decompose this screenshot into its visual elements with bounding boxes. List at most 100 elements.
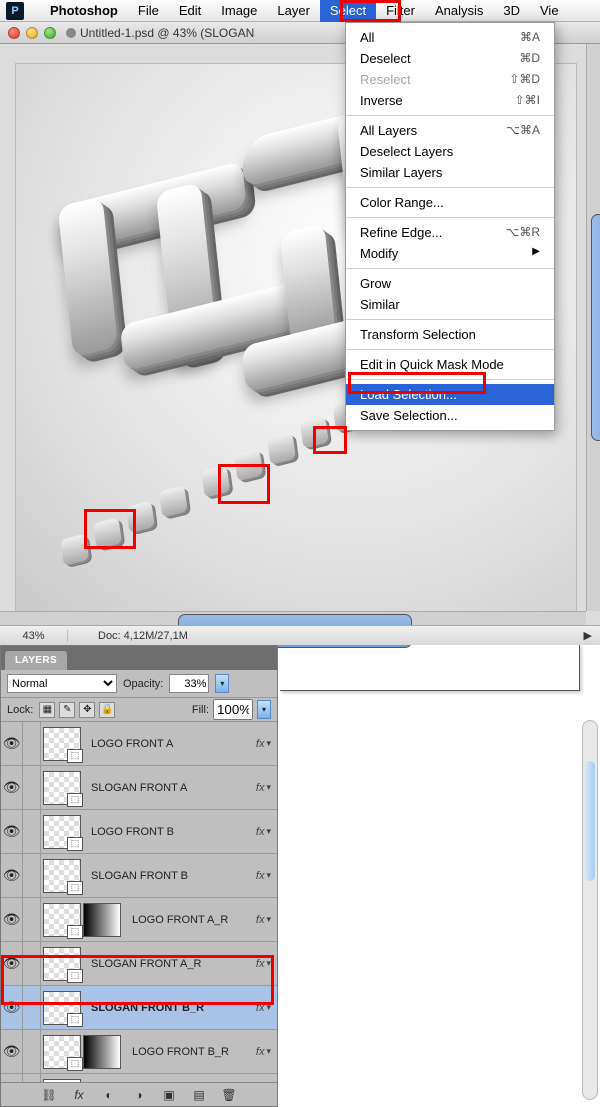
layer-thumbnail[interactable]: ⬚ <box>43 903 81 937</box>
menu-item-modify[interactable]: Modify▶ <box>346 243 554 264</box>
layer-mask-thumbnail[interactable] <box>83 1035 121 1069</box>
fx-expand-icon[interactable]: ▾ <box>266 1046 271 1057</box>
menu-item-grow[interactable]: Grow <box>346 273 554 294</box>
layer-fx-badge-icon[interactable]: fx <box>256 782 265 794</box>
menu-item-load-selection[interactable]: Load Selection... <box>346 384 554 405</box>
menu-item-deselect-layers[interactable]: Deselect Layers <box>346 141 554 162</box>
layer-name[interactable]: LOGO FRONT B <box>83 826 256 838</box>
menu-item-refine-edge[interactable]: Refine Edge...⌥⌘R <box>346 222 554 243</box>
layer-fx-badge-icon[interactable]: fx <box>256 826 265 838</box>
menu-select[interactable]: Select <box>320 0 376 22</box>
layer-fx-badge-icon[interactable]: fx <box>256 958 265 970</box>
menu-item-color-range[interactable]: Color Range... <box>346 192 554 213</box>
layer-row[interactable]: 👁 ⬚SLOGAN FRONT Bfx▾ <box>1 854 277 898</box>
menu-file[interactable]: File <box>128 0 169 22</box>
menu-item-inverse[interactable]: Inverse⇧⌘I <box>346 90 554 111</box>
layer-thumbnail[interactable]: ⬚ <box>43 1035 81 1069</box>
lock-paint-icon[interactable]: ✎ <box>59 702 75 718</box>
menu-3d[interactable]: 3D <box>493 0 530 22</box>
layer-mask-thumbnail[interactable] <box>83 903 121 937</box>
close-icon[interactable] <box>8 27 20 39</box>
visibility-toggle-icon[interactable]: 👁 <box>1 766 23 809</box>
opacity-flyout-icon[interactable]: ▾ <box>215 674 229 693</box>
adjustment-layer-icon[interactable]: ◑ <box>130 1087 148 1103</box>
layer-row[interactable]: 👁⬚GRADIENT BASEfx▾ <box>1 1074 277 1082</box>
visibility-toggle-icon[interactable]: 👁 <box>1 810 23 853</box>
layer-row[interactable]: 👁 ⬚LOGO FRONT Afx▾ <box>1 722 277 766</box>
layer-row[interactable]: 👁 ⬚ LOGO FRONT B_Rfx▾ <box>1 1030 277 1074</box>
layer-row[interactable]: 👁 ⬚ LOGO FRONT A_Rfx▾ <box>1 898 277 942</box>
menu-item-deselect[interactable]: Deselect⌘D <box>346 48 554 69</box>
menu-item-edit-in-quick-mask-mode[interactable]: Edit in Quick Mask Mode <box>346 354 554 375</box>
menu-filter[interactable]: Filter <box>376 0 425 22</box>
fx-expand-icon[interactable]: ▾ <box>266 1002 271 1013</box>
layer-name[interactable]: LOGO FRONT A <box>83 738 256 750</box>
add-mask-icon[interactable]: ◐ <box>100 1087 118 1103</box>
fx-expand-icon[interactable]: ▾ <box>266 870 271 881</box>
menu-analysis[interactable]: Analysis <box>425 0 493 22</box>
layer-row[interactable]: 👁 ⬚LOGO FRONT Bfx▾ <box>1 810 277 854</box>
visibility-toggle-icon[interactable]: 👁 <box>1 942 23 985</box>
statusbar-arrow-icon[interactable]: ▶ <box>584 629 592 642</box>
menu-item-save-selection[interactable]: Save Selection... <box>346 405 554 426</box>
menu-item-all-layers[interactable]: All Layers⌥⌘A <box>346 120 554 141</box>
layer-name[interactable]: SLOGAN FRONT B_R <box>83 1002 256 1014</box>
layer-row[interactable]: 👁 ⬚SLOGAN FRONT Afx▾ <box>1 766 277 810</box>
menu-item-similar[interactable]: Similar <box>346 294 554 315</box>
visibility-toggle-icon[interactable]: 👁 <box>1 1074 23 1082</box>
layer-name[interactable]: LOGO FRONT B_R <box>124 1046 256 1058</box>
vertical-scrollbar[interactable] <box>586 44 600 611</box>
fx-expand-icon[interactable]: ▾ <box>266 958 271 969</box>
layer-name[interactable]: SLOGAN FRONT A <box>83 782 256 794</box>
horizontal-scrollbar[interactable] <box>0 611 586 625</box>
new-group-icon[interactable]: ▣ <box>160 1087 178 1103</box>
visibility-toggle-icon[interactable]: 👁 <box>1 986 23 1029</box>
visibility-toggle-icon[interactable]: 👁 <box>1 854 23 897</box>
layer-fx-badge-icon[interactable]: fx <box>256 870 265 882</box>
layer-name[interactable]: SLOGAN FRONT A_R <box>83 958 256 970</box>
menu-layer[interactable]: Layer <box>267 0 320 22</box>
layer-row[interactable]: 👁 ⬚SLOGAN FRONT A_Rfx▾ <box>1 942 277 986</box>
layer-fx-badge-icon[interactable]: fx <box>256 914 265 926</box>
opacity-input[interactable] <box>169 674 209 693</box>
fx-expand-icon[interactable]: ▾ <box>266 826 271 837</box>
zoom-level[interactable]: 43% <box>8 630 68 642</box>
visibility-toggle-icon[interactable]: 👁 <box>1 1030 23 1073</box>
link-layers-icon[interactable]: ⛓ <box>40 1087 58 1103</box>
page-scrollbar[interactable] <box>582 720 598 1100</box>
menu-app-photoshop[interactable]: Photoshop <box>40 0 128 22</box>
fx-expand-icon[interactable]: ▾ <box>266 738 271 749</box>
layer-thumbnail[interactable]: ⬚ <box>43 859 81 893</box>
layer-name[interactable]: LOGO FRONT A_R <box>124 914 256 926</box>
layer-fx-badge-icon[interactable]: fx <box>256 738 265 750</box>
lock-all-icon[interactable]: 🔒 <box>99 702 115 718</box>
trash-icon[interactable]: 🗑 <box>220 1087 238 1103</box>
fill-flyout-icon[interactable]: ▾ <box>257 700 271 719</box>
layer-thumbnail[interactable]: ⬚ <box>43 771 81 805</box>
layer-row[interactable]: 👁 ⬚SLOGAN FRONT B_Rfx▾ <box>1 986 277 1030</box>
menu-image[interactable]: Image <box>211 0 267 22</box>
layer-thumbnail[interactable]: ⬚ <box>43 991 81 1025</box>
layer-fx-icon[interactable]: fx <box>70 1087 88 1103</box>
menu-edit[interactable]: Edit <box>169 0 211 22</box>
visibility-toggle-icon[interactable]: 👁 <box>1 722 23 765</box>
layer-name[interactable]: SLOGAN FRONT B <box>83 870 256 882</box>
minimize-icon[interactable] <box>26 27 38 39</box>
menu-item-transform-selection[interactable]: Transform Selection <box>346 324 554 345</box>
menu-item-all[interactable]: All⌘A <box>346 27 554 48</box>
layer-thumbnail[interactable]: ⬚ <box>43 815 81 849</box>
menu-item-similar-layers[interactable]: Similar Layers <box>346 162 554 183</box>
new-layer-icon[interactable]: ▤ <box>190 1087 208 1103</box>
menu-view-truncated[interactable]: Vie <box>530 0 569 22</box>
fx-expand-icon[interactable]: ▾ <box>266 914 271 925</box>
lock-position-icon[interactable]: ✥ <box>79 702 95 718</box>
layer-thumbnail[interactable]: ⬚ <box>43 727 81 761</box>
lock-transparency-icon[interactable]: ▦ <box>39 702 55 718</box>
layer-thumbnail[interactable]: ⬚ <box>43 947 81 981</box>
fx-expand-icon[interactable]: ▾ <box>266 782 271 793</box>
layer-fx-badge-icon[interactable]: fx <box>256 1002 265 1014</box>
blend-mode-select[interactable]: Normal <box>7 674 117 693</box>
layer-fx-badge-icon[interactable]: fx <box>256 1046 265 1058</box>
visibility-toggle-icon[interactable]: 👁 <box>1 898 23 941</box>
zoom-window-icon[interactable] <box>44 27 56 39</box>
